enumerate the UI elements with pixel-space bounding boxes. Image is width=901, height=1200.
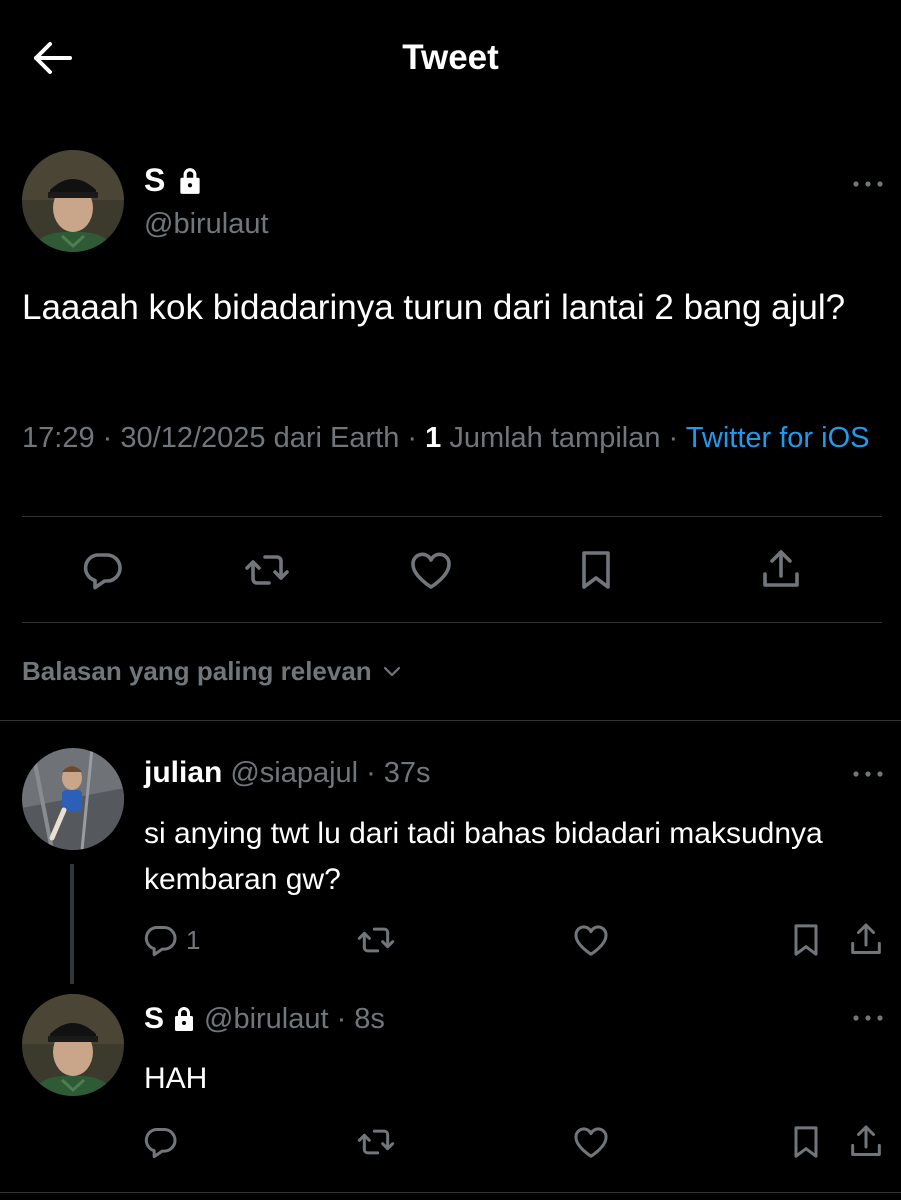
share-icon[interactable] bbox=[846, 1122, 886, 1162]
reply-text: si anying twt lu dari tadi bahas bidadar… bbox=[144, 817, 823, 896]
share-icon[interactable] bbox=[757, 546, 805, 594]
tweet-text: Laaaah kok bidadarinya turun dari lantai… bbox=[22, 288, 846, 327]
reply-avatar[interactable] bbox=[22, 994, 124, 1096]
more-options-icon[interactable] bbox=[850, 1008, 886, 1028]
divider bbox=[22, 516, 882, 517]
tweet-date[interactable]: 30/12/2025 bbox=[120, 422, 265, 454]
reply-icon[interactable] bbox=[78, 546, 126, 594]
reply-time[interactable]: 8s bbox=[354, 1003, 385, 1036]
reply-author-name[interactable]: S bbox=[144, 1002, 164, 1036]
retweet-icon[interactable] bbox=[356, 920, 396, 960]
reply-author-handle[interactable]: @siapajul bbox=[230, 757, 358, 790]
author-display-name: S bbox=[144, 162, 166, 198]
more-options-icon[interactable] bbox=[850, 764, 886, 784]
like-icon[interactable] bbox=[571, 920, 611, 960]
meta-separator: · bbox=[366, 757, 376, 789]
meta-separator: · bbox=[668, 422, 679, 454]
retweet-icon[interactable] bbox=[243, 546, 291, 594]
tweet-time[interactable]: 17:29 bbox=[22, 422, 95, 454]
more-options-icon[interactable] bbox=[850, 174, 886, 194]
lock-icon bbox=[172, 1005, 196, 1033]
reply-avatar[interactable] bbox=[22, 748, 124, 850]
thread-connector-line bbox=[70, 864, 74, 984]
avatar[interactable] bbox=[22, 150, 124, 252]
reply-icon bbox=[140, 920, 180, 960]
views-count: 1 bbox=[425, 422, 442, 454]
tweet-location: dari Earth bbox=[273, 422, 400, 454]
reply-time[interactable]: 37s bbox=[384, 757, 431, 790]
lock-icon bbox=[177, 166, 203, 196]
bookmark-icon[interactable] bbox=[786, 920, 826, 960]
page-title: Tweet bbox=[402, 38, 499, 77]
views-label: Jumlah tampilan bbox=[449, 422, 661, 454]
divider bbox=[0, 720, 901, 721]
bookmark-icon[interactable] bbox=[572, 546, 620, 594]
reply-text: HAH bbox=[144, 1062, 208, 1095]
tweet-metadata: 17:29 · 30/12/2025 dari Earth · 1 Jumlah… bbox=[22, 420, 882, 457]
meta-separator: · bbox=[102, 422, 113, 454]
reply-header: S @birulaut · 8s bbox=[144, 1002, 385, 1036]
like-icon[interactable] bbox=[407, 546, 455, 594]
tweet-source-link[interactable]: Twitter for iOS bbox=[686, 422, 870, 454]
meta-separator: · bbox=[336, 1002, 347, 1035]
sort-label: Balasan yang paling relevan bbox=[22, 656, 372, 686]
meta-separator: · bbox=[407, 422, 418, 454]
reply-header: julian @siapajul · 37s bbox=[144, 756, 431, 790]
reply-sort-dropdown[interactable]: Balasan yang paling relevan bbox=[22, 656, 404, 687]
reply-icon[interactable] bbox=[140, 1122, 180, 1162]
reply-count: 1 bbox=[186, 924, 201, 955]
chevron-down-icon bbox=[383, 666, 400, 676]
like-icon[interactable] bbox=[571, 1122, 611, 1162]
author-name[interactable]: S bbox=[144, 162, 203, 199]
reply-button[interactable]: 1 bbox=[140, 920, 200, 960]
divider bbox=[0, 1192, 901, 1193]
retweet-icon[interactable] bbox=[356, 1122, 396, 1162]
avatar-photo bbox=[22, 748, 124, 850]
author-handle[interactable]: @birulaut bbox=[144, 208, 269, 241]
divider bbox=[22, 622, 882, 623]
avatar-photo bbox=[22, 150, 124, 252]
avatar-photo bbox=[22, 994, 124, 1096]
bookmark-icon[interactable] bbox=[786, 1122, 826, 1162]
reply-author-handle[interactable]: @birulaut bbox=[204, 1003, 329, 1036]
share-icon[interactable] bbox=[846, 920, 886, 960]
reply-author-name[interactable]: julian bbox=[144, 756, 222, 790]
